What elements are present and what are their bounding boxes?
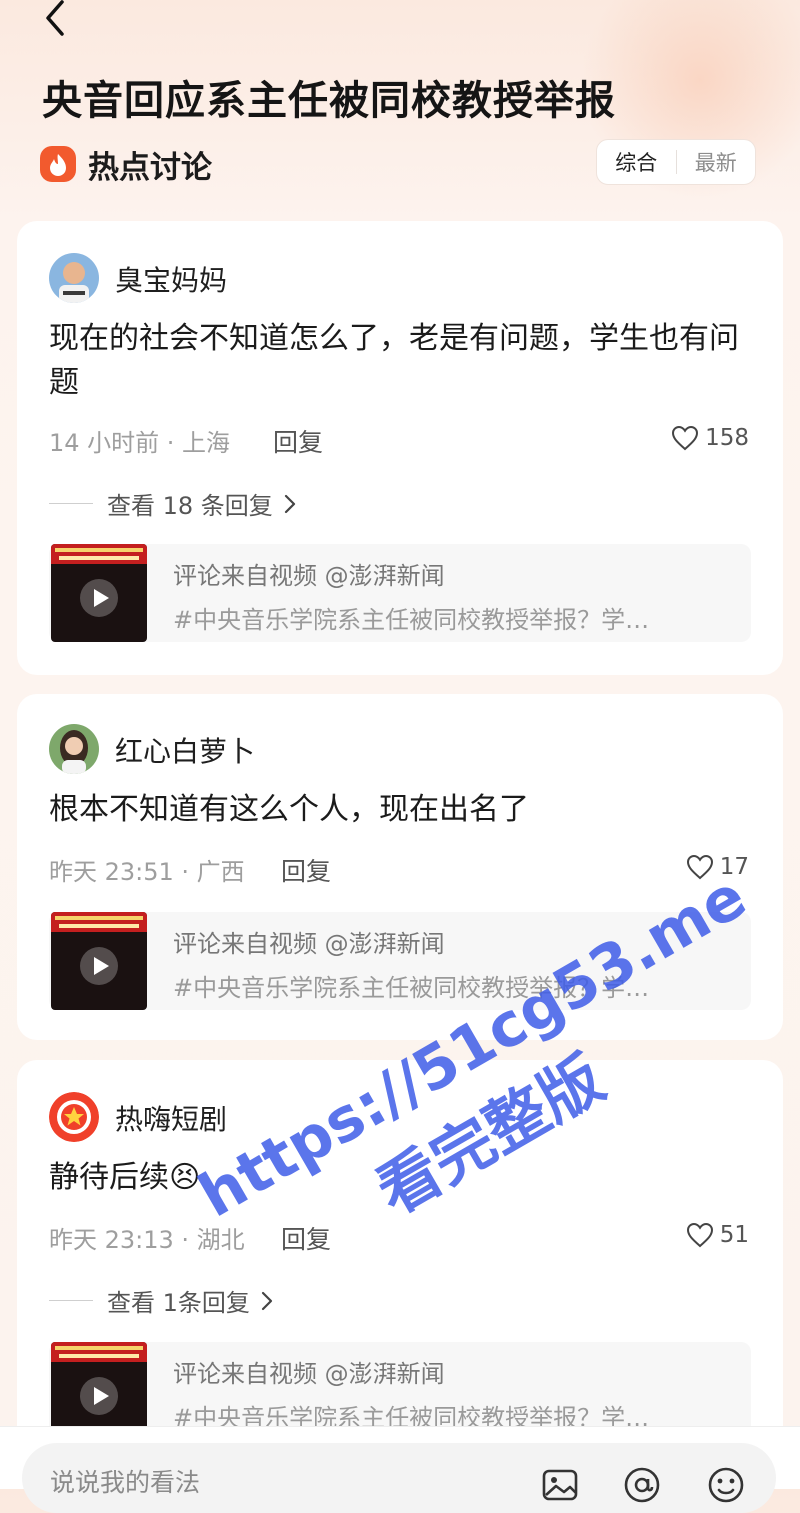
like-count: 51 <box>719 1222 749 1248</box>
comment-meta: 昨天 23:13 · 湖北 <box>49 1226 245 1254</box>
mention-icon[interactable] <box>622 1465 662 1505</box>
video-thumbnail <box>51 912 147 1010</box>
video-thumbnail <box>51 544 147 642</box>
back-icon[interactable] <box>36 0 76 40</box>
reply-button[interactable]: 回复 <box>281 852 331 888</box>
comment-card: 红心白萝卜 根本不知道有这么个人，现在出名了 昨天 23:51 · 广西 回复 … <box>17 694 783 1040</box>
divider-line <box>49 1300 93 1301</box>
sort-toggle: 综合 最新 <box>596 139 756 185</box>
comment-text: 根本不知道有这么个人，现在出名了 <box>49 792 529 827</box>
username[interactable]: 热嗨短剧 <box>115 1098 227 1138</box>
comment-meta: 14 小时前 · 上海 <box>49 429 231 457</box>
user-avatar-icon <box>49 1092 99 1142</box>
source-attribution: 评论来自视频 @澎湃新闻 <box>173 1360 445 1388</box>
comment-text: 静待后续😣 <box>49 1160 201 1195</box>
heart-icon <box>686 854 713 880</box>
source-video-title: #中央音乐学院系主任被同校教授举报？学… <box>173 606 650 634</box>
comment-input-bar: 说说我的看法 <box>0 1426 800 1513</box>
heart-icon <box>686 1222 713 1248</box>
like-count: 158 <box>705 425 749 451</box>
thumbnail-caption-bar <box>55 1346 143 1350</box>
user-avatar-icon <box>49 724 99 774</box>
chevron-right-icon <box>261 1291 273 1310</box>
source-attribution: 评论来自视频 @澎湃新闻 <box>173 930 445 958</box>
thumbnail-banner <box>51 544 147 564</box>
section-header: 热点讨论 <box>40 142 212 186</box>
fire-icon <box>40 146 76 182</box>
like-count: 17 <box>719 854 749 880</box>
reply-button[interactable]: 回复 <box>281 1220 331 1256</box>
comment-card: 臭宝妈妈 现在的社会不知道怎么了，老是有问题，学生也有问题 14 小时前 · 上… <box>17 221 783 675</box>
username[interactable]: 臭宝妈妈 <box>115 259 227 299</box>
comment-input-placeholder: 说说我的看法 <box>50 1468 201 1497</box>
image-icon[interactable] <box>540 1465 580 1505</box>
thumbnail-caption-bar <box>55 548 143 552</box>
comment-meta: 昨天 23:51 · 广西 <box>49 858 245 886</box>
sort-option-comprehensive[interactable]: 综合 <box>597 147 676 177</box>
heart-icon <box>672 425 699 451</box>
comment-card: 热嗨短剧 静待后续😣 昨天 23:13 · 湖北 回复 51 查看 1条回复 评… <box>17 1060 783 1480</box>
section-title: 热点讨论 <box>88 149 212 186</box>
play-icon <box>80 579 118 617</box>
user-avatar-icon <box>49 253 99 303</box>
play-icon <box>80 947 118 985</box>
thumbnail-caption-bar <box>59 556 139 560</box>
username[interactable]: 红心白萝卜 <box>115 730 255 770</box>
play-icon <box>80 1377 118 1415</box>
thumbnail-caption-bar <box>59 1354 139 1358</box>
avatar[interactable] <box>49 253 99 303</box>
divider-line <box>49 503 93 504</box>
thumbnail-banner <box>51 1342 147 1362</box>
like-button[interactable]: 17 <box>686 854 749 880</box>
reply-button[interactable]: 回复 <box>273 423 323 459</box>
sort-option-latest[interactable]: 最新 <box>677 147 756 177</box>
like-button[interactable]: 158 <box>671 425 749 451</box>
view-replies-label: 查看 1条回复 <box>107 1289 250 1317</box>
comment-input[interactable]: 说说我的看法 <box>22 1443 776 1513</box>
avatar[interactable] <box>49 1092 99 1142</box>
view-replies-link[interactable]: 查看 18 条回复 <box>49 486 297 521</box>
emoji-icon[interactable] <box>706 1465 746 1505</box>
comment-text: 现在的社会不知道怎么了，老是有问题，学生也有问题 <box>49 321 739 400</box>
thumbnail-banner <box>51 912 147 932</box>
video-source-card[interactable]: 评论来自视频 @澎湃新闻 #中央音乐学院系主任被同校教授举报？学… <box>49 544 751 642</box>
view-replies-link[interactable]: 查看 1条回复 <box>49 1283 274 1318</box>
source-video-title: #中央音乐学院系主任被同校教授举报？学… <box>173 974 650 1002</box>
thumbnail-caption-bar <box>59 924 139 928</box>
source-attribution: 评论来自视频 @澎湃新闻 <box>173 562 445 590</box>
thumbnail-caption-bar <box>55 916 143 920</box>
like-button[interactable]: 51 <box>686 1222 749 1248</box>
view-replies-label: 查看 18 条回复 <box>107 492 273 520</box>
video-source-card[interactable]: 评论来自视频 @澎湃新闻 #中央音乐学院系主任被同校教授举报？学… <box>49 912 751 1010</box>
chevron-right-icon <box>284 494 295 513</box>
page-title: 央音回应系主任被同校教授举报 <box>42 78 616 124</box>
avatar[interactable] <box>49 724 99 774</box>
